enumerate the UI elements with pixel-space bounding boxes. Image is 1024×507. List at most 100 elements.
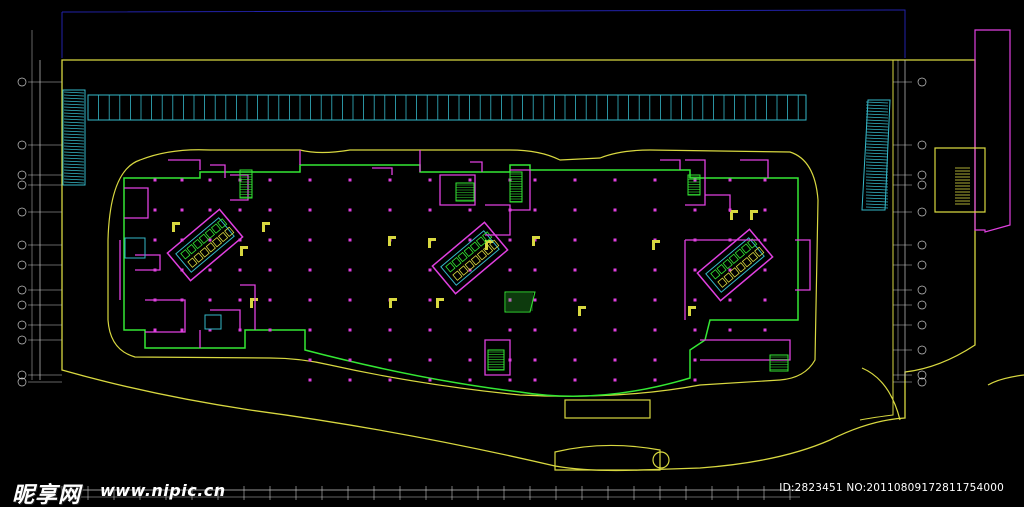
column: [693, 298, 697, 302]
parking-left-stall: [63, 133, 85, 136]
elevator-cores: [166, 208, 774, 302]
column: [308, 328, 312, 332]
column: [653, 178, 657, 182]
column: [653, 208, 657, 212]
stair: [487, 349, 505, 371]
elevator-shaft: [710, 269, 721, 280]
entrance-arc: [554, 444, 661, 471]
parking-left-stall: [63, 103, 85, 106]
parking-left-stall: [63, 145, 85, 148]
parking-left-stall: [63, 178, 85, 181]
core-inner: [705, 237, 765, 293]
parking-left-stall: [63, 154, 85, 157]
parking-right-stall: [865, 203, 889, 206]
column: [348, 268, 352, 272]
parking-left-stall: [63, 109, 85, 112]
parking-left-stall: [63, 163, 85, 166]
column: [428, 358, 432, 362]
column: [533, 268, 537, 272]
column: [348, 328, 352, 332]
column: [388, 378, 392, 382]
parking-right-stall: [865, 116, 889, 119]
column: [208, 268, 212, 272]
parking-left-stall: [63, 94, 85, 97]
column: [693, 178, 697, 182]
elevator-shaft: [463, 246, 474, 258]
partition-wall: [372, 167, 393, 175]
column: [348, 208, 352, 212]
stair-tread: [452, 270, 463, 281]
column: [388, 358, 392, 362]
elevator-shaft: [210, 223, 222, 234]
axis-bubble-left: [17, 285, 27, 295]
stair-tread: [205, 242, 216, 253]
parking-right-stall: [865, 107, 889, 110]
column: [693, 268, 697, 272]
column: [573, 298, 577, 302]
column: [388, 178, 392, 182]
column: [653, 378, 657, 382]
escalator: [504, 291, 536, 313]
partition-wall: [210, 309, 241, 330]
column: [428, 178, 432, 182]
partition-wall: [299, 150, 421, 172]
stair-frame: [455, 182, 475, 202]
column: [533, 178, 537, 182]
parking-right-stall: [865, 152, 889, 155]
parking-right-stall: [865, 149, 889, 152]
stair-tread: [741, 256, 753, 268]
stair-tread: [482, 244, 494, 256]
parking-strip-frame: [87, 94, 807, 121]
column: [763, 208, 767, 212]
axis-bubble-left: [17, 170, 27, 180]
parking-left-stall: [63, 115, 85, 118]
column: [428, 268, 432, 272]
column: [348, 378, 352, 382]
parking-left-stall: [63, 148, 85, 151]
column: [180, 178, 184, 182]
column: [268, 208, 272, 212]
elevator-shaft: [192, 238, 203, 250]
structural-l-wall: [389, 298, 397, 308]
column: [693, 328, 697, 332]
column: [388, 268, 392, 272]
column: [693, 358, 697, 362]
parking-left-stall: [63, 106, 85, 109]
elevator-shaft: [722, 258, 733, 270]
axis-grid-left: [17, 30, 62, 387]
column: [573, 358, 577, 362]
parking-left-stall: [63, 127, 85, 130]
column: [613, 328, 617, 332]
column: [468, 358, 472, 362]
column: [268, 178, 272, 182]
axis-bubble-left: [17, 240, 27, 250]
column: [428, 378, 432, 382]
column: [613, 208, 617, 212]
structural-l-wall: [172, 222, 180, 232]
parking-left-stall: [63, 142, 85, 145]
column: [268, 298, 272, 302]
stair-tread: [717, 277, 728, 288]
axis-bubble-right: [917, 260, 927, 270]
column: [468, 328, 472, 332]
column: [268, 238, 272, 242]
watermark-site: www.nipic.cn: [100, 481, 226, 500]
column: [653, 268, 657, 272]
column: [468, 178, 472, 182]
axis-bubble-left: [17, 140, 27, 150]
column: [208, 238, 212, 242]
column: [573, 178, 577, 182]
column: [238, 268, 242, 272]
column: [763, 178, 767, 182]
stair-tread: [747, 251, 759, 263]
elevator-shaft: [204, 228, 216, 239]
partition-wall: [485, 204, 511, 236]
column: [308, 298, 312, 302]
axis-bubble-right: [917, 140, 927, 150]
stair: [509, 171, 523, 203]
parking-right-stall: [865, 122, 889, 125]
room-partitions: [119, 150, 811, 376]
axis-bubble-right: [917, 320, 927, 330]
stair-tread: [199, 247, 210, 258]
watermark-id: ID:2823451 NO:20110809172811754000: [779, 482, 1004, 494]
